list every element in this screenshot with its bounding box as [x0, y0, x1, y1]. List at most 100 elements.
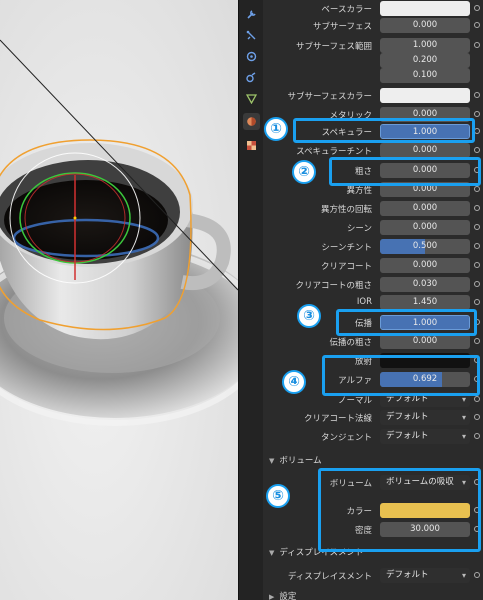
subsurface-radius-y-value: 0.200	[412, 55, 438, 65]
anisotropic-rotation-row: 異方性の回転 0.000	[263, 200, 483, 217]
base-color-row: ベースカラー	[263, 0, 483, 17]
sheen-tint-value: 0.500	[412, 241, 438, 251]
socket-dot[interactable]	[474, 186, 480, 192]
3d-viewport[interactable]	[0, 0, 238, 600]
subsurface-radius-x-field[interactable]: 1.000	[380, 38, 470, 53]
subsurface-color-label: サブサーフェスカラー	[287, 92, 373, 102]
socket-dot[interactable]	[474, 572, 480, 578]
callout-box-3	[336, 309, 477, 336]
sheen-label: シーン	[346, 224, 372, 234]
socket-dot[interactable]	[474, 433, 480, 439]
tangent-label: タンジェント	[320, 433, 372, 443]
socket-dot[interactable]	[474, 299, 480, 305]
clearcoat-normal-value: デフォルト	[386, 412, 429, 422]
socket-dot[interactable]	[474, 262, 480, 268]
subsurface-radius-label: サブサーフェス範囲	[296, 42, 372, 52]
displacement-row: ディスプレイスメント デフォルト	[263, 567, 483, 584]
callout-badge-3: ③	[297, 304, 321, 328]
ior-value: 1.450	[412, 297, 438, 307]
subsurface-radius-x-value: 1.000	[412, 40, 438, 50]
sheen-tint-field[interactable]: 0.500	[380, 239, 470, 254]
subsurface-radius-z-field[interactable]: 0.100	[380, 68, 470, 83]
sheen-tint-row: シーンチント 0.500	[263, 238, 483, 255]
properties-tab-strip	[238, 0, 263, 600]
socket-dot[interactable]	[474, 147, 480, 153]
callout-box-5	[318, 468, 481, 552]
clearcoat-row: クリアコート 0.000	[263, 257, 483, 274]
sheen-value: 0.000	[412, 222, 438, 232]
socket-dot[interactable]	[474, 22, 480, 28]
socket-dot[interactable]	[474, 205, 480, 211]
volume-section-title: ボリューム	[279, 456, 322, 466]
base-color-label: ベースカラー	[321, 5, 372, 15]
ior-field[interactable]: 1.450	[380, 295, 470, 310]
anisotropic-rotation-value: 0.000	[412, 203, 438, 213]
clearcoat-value: 0.000	[412, 260, 438, 270]
subsurface-color-swatch[interactable]	[380, 88, 470, 103]
socket-dot[interactable]	[474, 243, 480, 249]
volume-section-header[interactable]: ▼ ボリューム	[263, 453, 483, 469]
subsurface-field[interactable]: 0.000	[380, 18, 470, 33]
anisotropic-rotation-field[interactable]: 0.000	[380, 201, 470, 216]
material-icon[interactable]	[243, 113, 260, 130]
subsurface-radius-y-field[interactable]: 0.200	[380, 53, 470, 68]
wrench-icon[interactable]	[243, 6, 260, 23]
transmission-roughness-label: 伝播の粗さ	[329, 338, 372, 348]
socket-dot[interactable]	[474, 396, 480, 402]
settings-section-title: 設定	[279, 592, 297, 600]
clearcoat-normal-label: クリアコート法線	[303, 414, 372, 424]
specular-tint-field[interactable]: 0.000	[380, 143, 470, 158]
socket-dot[interactable]	[474, 224, 480, 230]
subsurface-radius-z-value: 0.100	[412, 70, 438, 80]
collapse-triangle-icon: ▼	[269, 457, 275, 465]
callout-box-2	[329, 157, 481, 186]
callout-box-4	[322, 355, 480, 396]
socket-dot[interactable]	[474, 42, 480, 48]
tangent-row: タンジェント デフォルト	[263, 428, 483, 445]
clearcoat-roughness-field[interactable]: 0.030	[380, 277, 470, 292]
transmission-roughness-value: 0.000	[412, 336, 438, 346]
texture-icon[interactable]	[243, 137, 260, 154]
collapse-triangle-icon: ▼	[269, 549, 275, 557]
subsurface-value: 0.000	[412, 20, 438, 30]
sheen-row: シーン 0.000	[263, 219, 483, 236]
socket-dot[interactable]	[474, 281, 480, 287]
displacement-dropdown[interactable]: デフォルト	[380, 568, 470, 583]
transmission-roughness-field[interactable]: 0.000	[380, 334, 470, 349]
callout-badge-5: ⑤	[266, 484, 290, 508]
specular-tint-label: スペキュラーチント	[296, 147, 372, 157]
base-color-swatch[interactable]	[380, 1, 470, 16]
anisotropic-rotation-label: 異方性の回転	[320, 205, 372, 215]
subsurface-row: サブサーフェス 0.000	[263, 17, 483, 34]
coffee-cup-render	[0, 0, 238, 600]
callout-badge-2: ②	[292, 160, 316, 184]
socket-dot[interactable]	[474, 338, 480, 344]
subsurface-label: サブサーフェス	[313, 22, 372, 32]
tangent-value: デフォルト	[386, 431, 429, 441]
clearcoat-field[interactable]: 0.000	[380, 258, 470, 273]
sheen-field[interactable]: 0.000	[380, 220, 470, 235]
clearcoat-roughness-value: 0.030	[412, 279, 438, 289]
expand-triangle-icon: ▶	[269, 593, 275, 600]
socket-dot[interactable]	[474, 92, 480, 98]
sheen-tint-label: シーンチント	[321, 243, 372, 253]
clearcoat-normal-dropdown[interactable]: デフォルト	[380, 410, 470, 425]
subsurface-radius-z-row: 0.100	[263, 67, 483, 84]
particles-icon[interactable]	[243, 27, 260, 44]
clearcoat-roughness-row: クリアコートの粗さ 0.030	[263, 276, 483, 293]
physics-icon[interactable]	[243, 48, 260, 65]
socket-dot[interactable]	[474, 5, 480, 11]
callout-badge-4: ④	[282, 370, 306, 394]
constraints-icon[interactable]	[243, 69, 260, 86]
object-data-icon[interactable]	[243, 90, 260, 107]
subsurface-color-row: サブサーフェスカラー	[263, 87, 483, 104]
socket-dot[interactable]	[474, 414, 480, 420]
specular-tint-value: 0.000	[412, 145, 438, 155]
callout-badge-1: ①	[264, 117, 288, 141]
clearcoat-roughness-label: クリアコートの粗さ	[295, 281, 372, 291]
displacement-label: ディスプレイスメント	[287, 572, 372, 582]
clearcoat-label: クリアコート	[320, 262, 372, 272]
settings-section-header[interactable]: ▶ 設定	[263, 589, 483, 600]
socket-dot[interactable]	[474, 111, 480, 117]
tangent-dropdown[interactable]: デフォルト	[380, 429, 470, 444]
